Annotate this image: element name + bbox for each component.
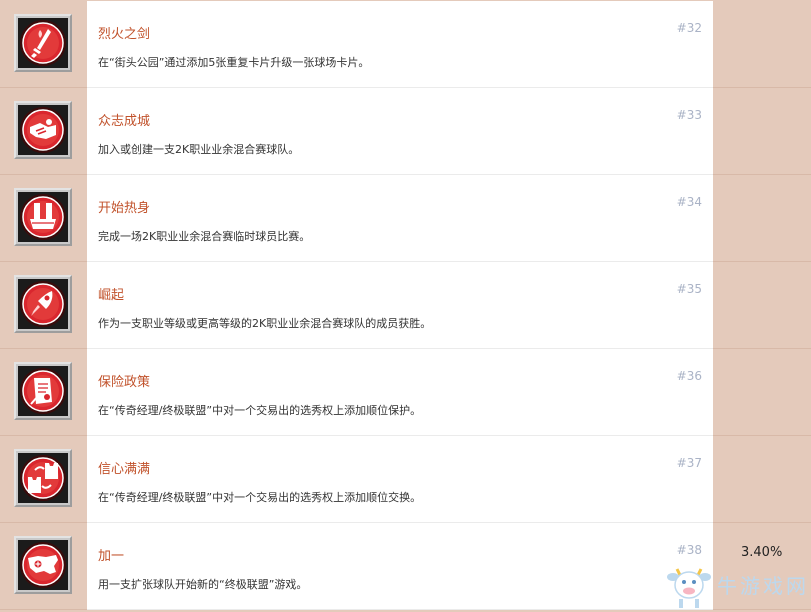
icon-cell (0, 436, 87, 523)
achievement-title: 开始热身 (98, 201, 151, 216)
achievement-content: 保险政策 在“传奇经理/终极联盟”中对一个交易出的选秀权上添加顺位保护。 #36 (87, 349, 713, 436)
cow-mascot-icon (667, 568, 711, 608)
achievement-row: 保险政策 在“传奇经理/终极联盟”中对一个交易出的选秀权上添加顺位保护。 #36 (0, 349, 811, 436)
achievement-row: 烈火之剑 在“街头公园”通过添加5张重复卡片升级一张球场卡片。 #32 (0, 1, 811, 88)
handshake-icon (18, 105, 68, 155)
achievement-content: 信心满满 在“传奇经理/终极联盟”中对一个交易出的选秀权上添加顺位交换。 #37 (87, 436, 713, 523)
percent-cell (713, 1, 811, 88)
achievement-description: 作为一支职业等级或更高等级的2K职业业余混合赛球队的成员获胜。 (98, 317, 432, 330)
percent-cell (713, 436, 811, 523)
achievement-badge (14, 188, 72, 246)
achievement-list: 烈火之剑 在“街头公园”通过添加5张重复卡片升级一张球场卡片。 #32 众志成城… (0, 0, 811, 612)
unlock-percentage: 3.40% (741, 545, 783, 560)
achievement-number: #37 (676, 456, 702, 470)
achievement-number: #38 (676, 543, 702, 557)
icon-cell (0, 88, 87, 175)
achievement-row: 信心满满 在“传奇经理/终极联盟”中对一个交易出的选秀权上添加顺位交换。 #37 (0, 436, 811, 523)
icon-cell (0, 175, 87, 262)
icon-cell (0, 262, 87, 349)
watermark-text: 牛游戏网 (717, 574, 809, 598)
achievement-badge (14, 14, 72, 72)
achievement-content: 众志成城 加入或创建一支2K职业业余混合赛球队。 #33 (87, 88, 713, 175)
achievement-number: #32 (676, 21, 702, 35)
achievement-description: 完成一场2K职业业余混合赛临时球员比赛。 (98, 230, 311, 243)
achievement-description: 在“街头公园”通过添加5张重复卡片升级一张球场卡片。 (98, 56, 370, 69)
achievement-content: 加一 用一支扩张球队开始新的“终极联盟”游戏。 #38 (87, 523, 713, 610)
jersey-swap-icon (18, 453, 68, 503)
achievement-title: 烈火之剑 (98, 27, 151, 42)
achievement-badge (14, 362, 72, 420)
percent-cell (713, 349, 811, 436)
achievement-description: 加入或创建一支2K职业业余混合赛球队。 (98, 143, 300, 156)
achievement-row: 开始热身 完成一场2K职业业余混合赛临时球员比赛。 #34 (0, 175, 811, 262)
achievement-badge (14, 449, 72, 507)
achievement-badge (14, 101, 72, 159)
icon-cell (0, 1, 87, 88)
percent-cell (713, 88, 811, 175)
usa-map-icon (18, 540, 68, 590)
achievement-title: 众志成城 (98, 114, 151, 129)
achievement-description: 用一支扩张球队开始新的“终极联盟”游戏。 (98, 578, 308, 591)
achievement-badge (14, 275, 72, 333)
achievement-title: 保险政策 (98, 375, 151, 390)
achievement-number: #34 (676, 195, 702, 209)
achievement-content: 烈火之剑 在“街头公园”通过添加5张重复卡片升级一张球场卡片。 #32 (87, 1, 713, 88)
achievement-content: 开始热身 完成一场2K职业业余混合赛临时球员比赛。 #34 (87, 175, 713, 262)
rocket-icon (18, 279, 68, 329)
achievement-badge (14, 536, 72, 594)
achievement-number: #35 (676, 282, 702, 296)
flaming-sword-icon (18, 18, 68, 68)
achievement-number: #33 (676, 108, 702, 122)
achievement-row: 崛起 作为一支职业等级或更高等级的2K职业业余混合赛球队的成员获胜。 #35 (0, 262, 811, 349)
achievement-title: 加一 (98, 549, 125, 564)
site-watermark: 牛游戏网 (665, 563, 811, 612)
icon-cell (0, 349, 87, 436)
achievement-title: 信心满满 (98, 462, 151, 477)
achievement-row: 众志成城 加入或创建一支2K职业业余混合赛球队。 #33 (0, 88, 811, 175)
achievement-number: #36 (676, 369, 702, 383)
percent-cell (713, 175, 811, 262)
icon-cell (0, 523, 87, 610)
percent-cell (713, 262, 811, 349)
policy-document-icon (18, 366, 68, 416)
achievement-description: 在“传奇经理/终极联盟”中对一个交易出的选秀权上添加顺位交换。 (98, 491, 422, 504)
warmup-bucket-icon (18, 192, 68, 242)
achievement-title: 崛起 (98, 288, 125, 303)
achievement-content: 崛起 作为一支职业等级或更高等级的2K职业业余混合赛球队的成员获胜。 #35 (87, 262, 713, 349)
achievement-description: 在“传奇经理/终极联盟”中对一个交易出的选秀权上添加顺位保护。 (98, 404, 422, 417)
